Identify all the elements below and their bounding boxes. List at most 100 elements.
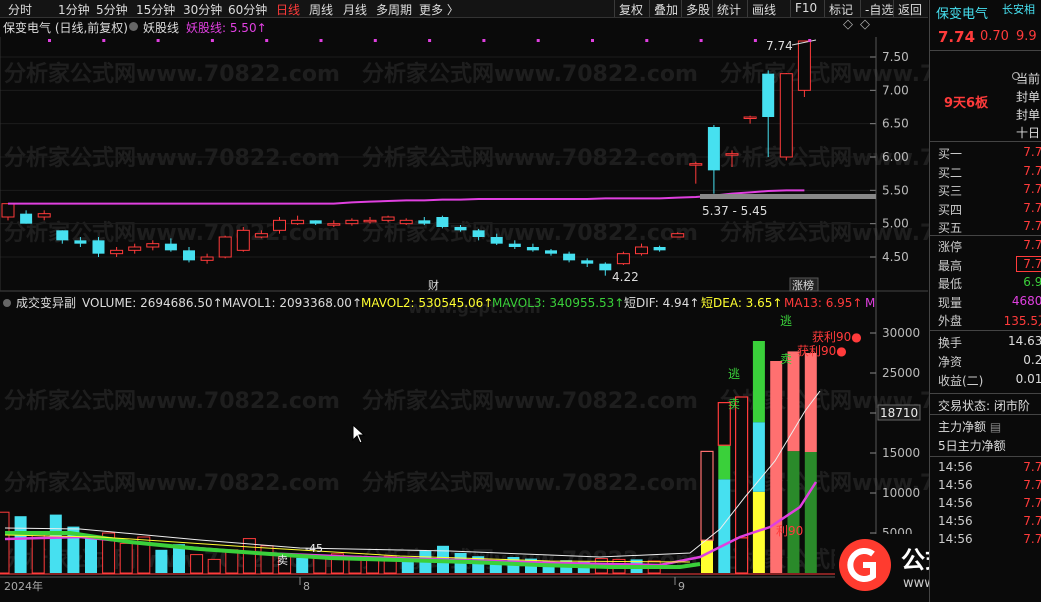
candle[interactable]	[183, 247, 195, 263]
candle[interactable]	[581, 258, 594, 267]
volume-bar[interactable]	[734, 396, 749, 574]
candle[interactable]	[508, 240, 521, 249]
volume-bar[interactable]	[190, 554, 204, 574]
toolbar-action-button[interactable]: -自选	[865, 1, 893, 18]
volume-bar[interactable]	[770, 361, 783, 573]
toolbar-action-button[interactable]: 多股	[686, 1, 710, 18]
quote-row-value: 7.72	[1023, 182, 1041, 196]
candle[interactable]	[707, 125, 720, 194]
candle[interactable]	[526, 243, 539, 252]
candle[interactable]	[146, 240, 160, 251]
candle[interactable]	[236, 227, 250, 252]
volume-bar[interactable]	[14, 516, 27, 573]
period-tab[interactable]: 15分钟	[136, 1, 175, 18]
volume-bar[interactable]	[207, 558, 221, 574]
candle[interactable]	[291, 215, 305, 225]
signal-dots	[48, 39, 812, 42]
period-tab[interactable]: 周线	[309, 1, 333, 18]
toolbar-action-button[interactable]: F10	[795, 1, 817, 15]
zoom-in-icon[interactable]: ◇	[860, 17, 870, 32]
candle[interactable]	[436, 215, 449, 229]
signal-huoli-2: 获利90●	[797, 344, 847, 358]
signal-dot	[373, 39, 377, 42]
candle[interactable]	[779, 73, 793, 161]
flow-main[interactable]: 主力净额 ▤	[938, 418, 1001, 435]
chart-area[interactable]: 7.50 7.00 6.50 6.00 5.50 5.00 4.50 5.37 - 5.45…	[0, 37, 928, 602]
candle[interactable]	[254, 230, 268, 239]
volume-bar[interactable]	[787, 351, 800, 573]
candle[interactable]	[743, 115, 757, 124]
candle[interactable]	[545, 249, 557, 256]
candle[interactable]	[381, 215, 395, 223]
candle[interactable]	[472, 229, 485, 241]
signal-small-mai: 卖	[277, 554, 288, 567]
candle[interactable]	[164, 238, 177, 252]
candle[interactable]	[616, 251, 630, 265]
candle[interactable]	[327, 220, 341, 227]
candle[interactable]	[599, 262, 612, 276]
candle[interactable]	[689, 161, 703, 184]
candle[interactable]	[454, 225, 467, 232]
candle[interactable]	[56, 230, 69, 244]
period-tab[interactable]: 1分钟	[58, 1, 90, 18]
candle[interactable]	[797, 40, 811, 97]
candle[interactable]	[1, 203, 15, 221]
toolbar-action-button[interactable]: 复权	[619, 1, 643, 18]
candle[interactable]	[309, 220, 322, 225]
candle[interactable]	[74, 237, 87, 247]
period-tab[interactable]: 60分钟	[228, 1, 267, 18]
indicator-name[interactable]: 妖股线	[143, 19, 179, 36]
candle[interactable]	[345, 218, 359, 226]
candle[interactable]	[363, 217, 377, 224]
candle[interactable]	[20, 210, 33, 224]
period-tab[interactable]: 5分钟	[96, 1, 128, 18]
candle[interactable]	[273, 217, 286, 234]
volume-bar[interactable]	[296, 557, 309, 573]
volume-bar[interactable]	[119, 542, 133, 574]
mouse-cursor-icon	[352, 424, 366, 444]
zoom-out-icon[interactable]: ◇	[843, 17, 853, 32]
period-tab[interactable]: 分时	[8, 1, 32, 18]
candle[interactable]	[635, 243, 648, 256]
settings-dot-icon[interactable]	[3, 299, 11, 307]
quote-row-label: 买三	[938, 184, 963, 198]
period-tab[interactable]: 日线	[276, 1, 300, 18]
candle[interactable]	[762, 70, 775, 157]
candle[interactable]	[563, 251, 576, 263]
volume-bar[interactable]	[155, 549, 168, 573]
candle[interactable]	[110, 247, 124, 257]
period-tab[interactable]: 月线	[343, 1, 367, 18]
toolbar-action-button[interactable]: 标记	[829, 1, 853, 18]
volume-bar[interactable]	[804, 353, 817, 573]
volume-bar[interactable]	[260, 545, 274, 574]
candle[interactable]	[653, 245, 666, 252]
candle[interactable]	[37, 210, 51, 221]
period-tab[interactable]: 更多 〉	[419, 1, 459, 18]
quote-row: 14:56 7.74	[930, 478, 1041, 496]
volume-bar[interactable]	[0, 511, 10, 574]
toolbar-action-button[interactable]: 返回	[898, 1, 922, 18]
signal-tao-2: 逃	[780, 314, 792, 328]
settings-dot-icon[interactable]	[129, 22, 138, 31]
candle[interactable]	[399, 218, 413, 225]
side-label: 封单	[1016, 108, 1041, 122]
period-tab[interactable]: 多周期	[376, 1, 412, 18]
candle[interactable]	[490, 233, 503, 245]
toolbar-action-button[interactable]: 画线	[752, 1, 776, 18]
candle[interactable]	[671, 232, 685, 238]
period-tab[interactable]: 30分钟	[183, 1, 222, 18]
flow-5day[interactable]: 5日主力净额	[938, 437, 1006, 454]
candle[interactable]	[92, 237, 105, 257]
volume-bar[interactable]	[85, 536, 97, 573]
signal-dot	[428, 39, 432, 42]
volume-tick: 15000	[882, 446, 920, 460]
candle[interactable]	[218, 235, 232, 259]
candle[interactable]	[200, 253, 214, 264]
toolbar-action-button[interactable]: 叠加	[654, 1, 678, 18]
quote-row-label: 净资	[938, 355, 963, 369]
volume-bar[interactable]	[49, 514, 62, 573]
candle[interactable]	[128, 243, 142, 254]
toolbar-action-button[interactable]: 统计	[717, 1, 741, 18]
candle[interactable]	[725, 150, 739, 167]
volume-bar[interactable]	[752, 341, 765, 573]
